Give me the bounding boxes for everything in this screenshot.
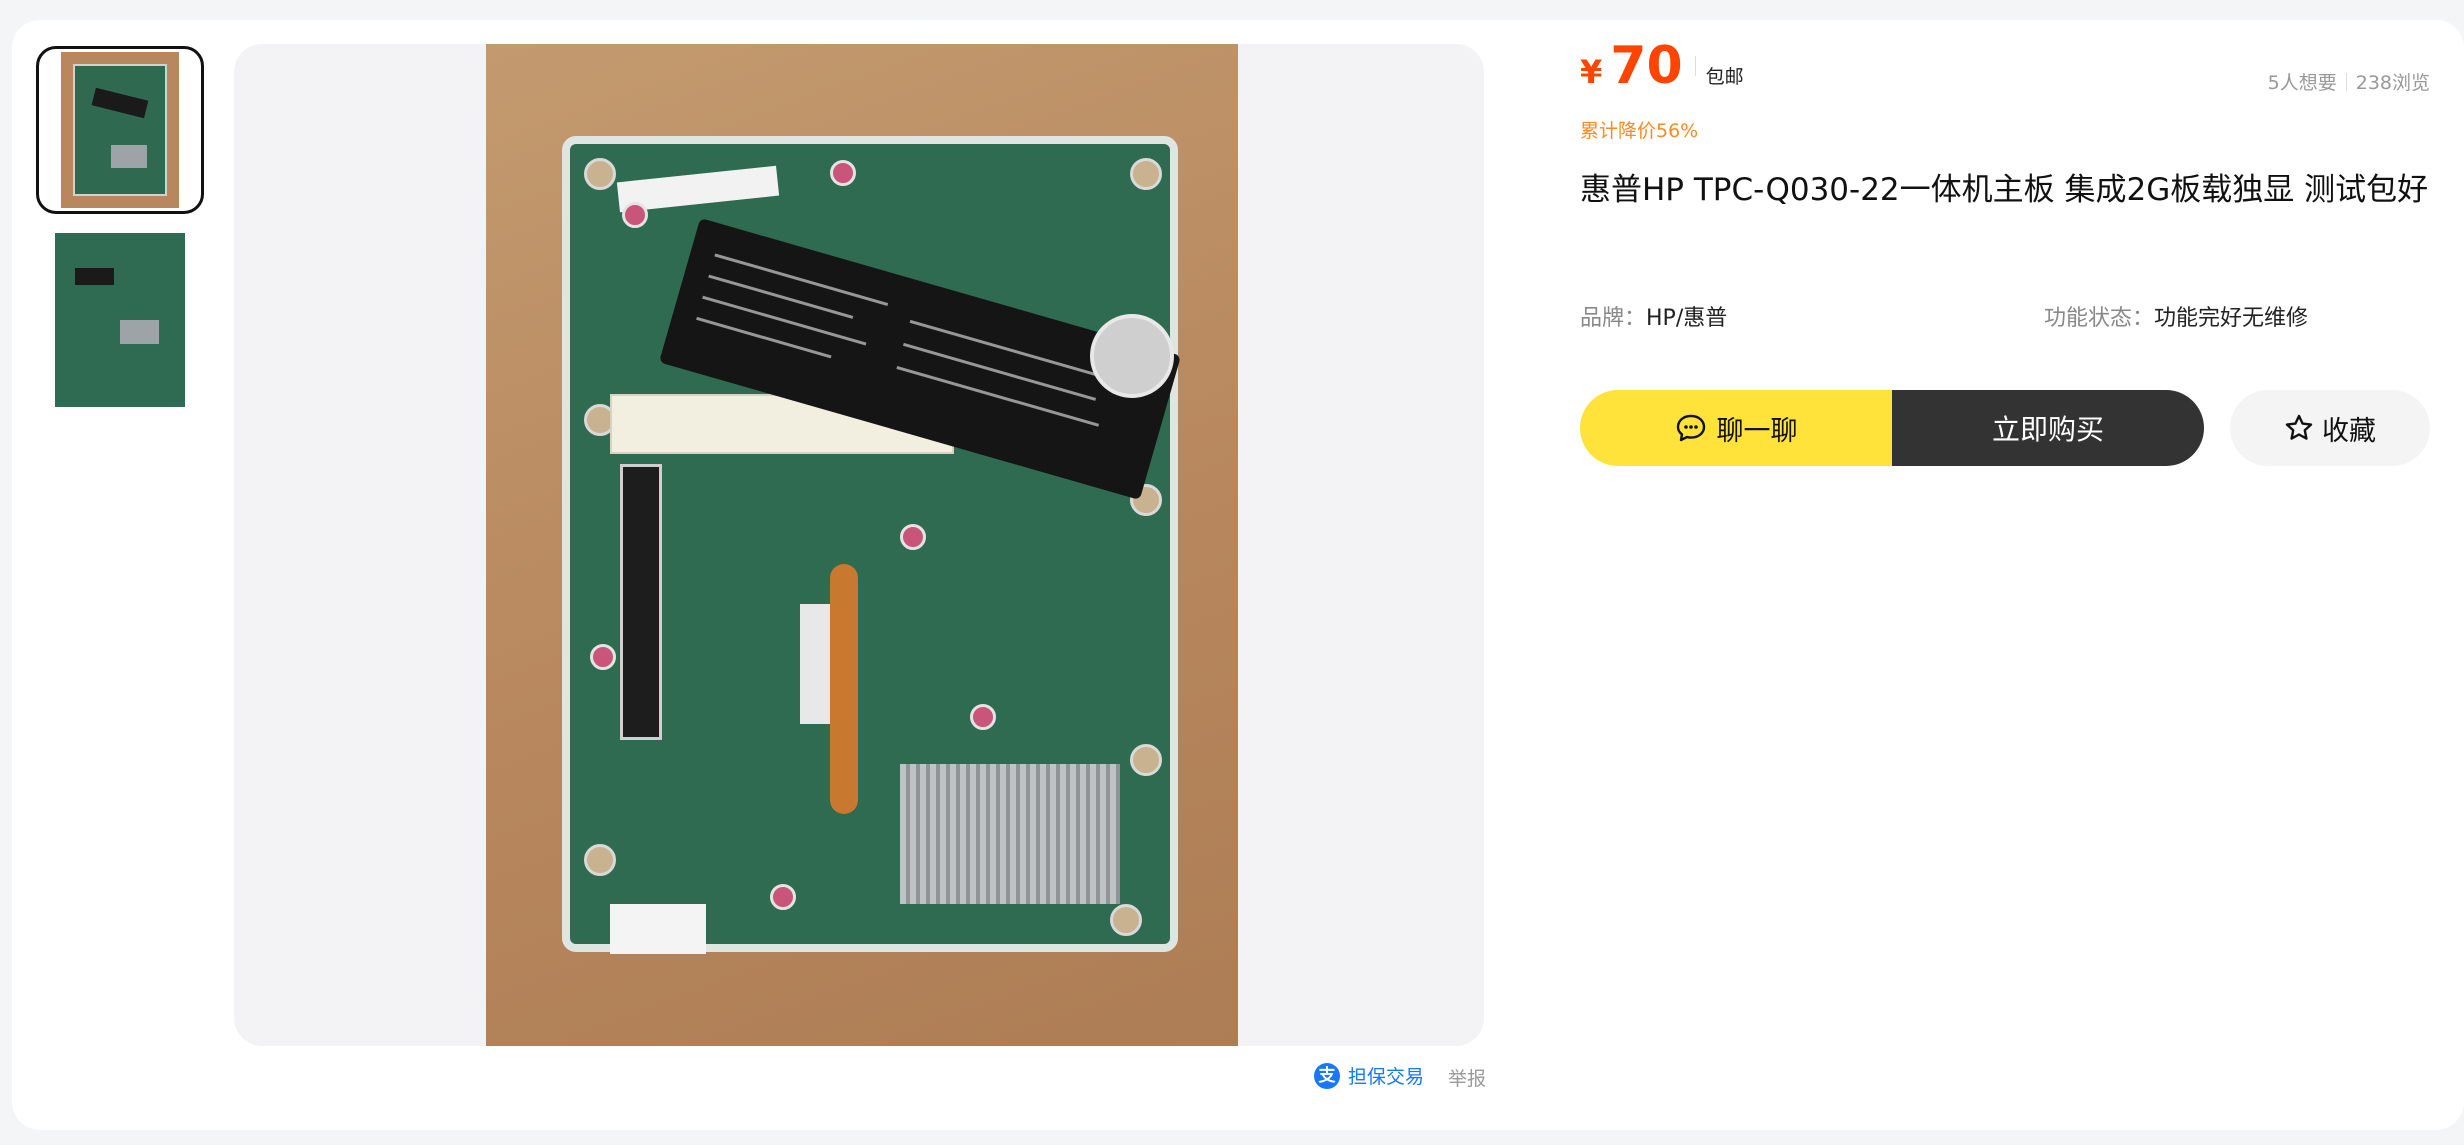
alipay-icon: 支: [1314, 1062, 1340, 1089]
price-divider: [1694, 56, 1696, 76]
stats-divider: [2345, 72, 2347, 91]
star-icon: [2285, 414, 2313, 440]
buy-now-button-label: 立即购买: [1991, 413, 2104, 446]
favorite-button-label: 收藏: [2322, 415, 2376, 447]
product-photo: [486, 44, 1238, 1046]
thumbnail-1[interactable]: [36, 46, 204, 214]
view-count: 238浏览: [2355, 72, 2430, 94]
main-image-viewer[interactable]: [234, 44, 1484, 1046]
chat-button-label: 聊一聊: [1716, 415, 1798, 447]
chat-bubble-icon: [1676, 414, 1705, 442]
buy-now-button[interactable]: 立即购买: [1892, 390, 2204, 466]
guarantee-link[interactable]: 支 担保交易: [1314, 1062, 1424, 1089]
attribute-key: 功能状态：: [2044, 306, 2155, 331]
chat-button[interactable]: 聊一聊: [1580, 390, 1892, 466]
attribute-key: 品牌：: [1580, 306, 1647, 331]
thumbnail-1-image: [61, 52, 179, 208]
attribute-brand: 品牌： HP/惠普: [1580, 300, 1727, 332]
price-row: ¥ 70 包邮: [1580, 40, 1744, 92]
guarantee-label: 担保交易: [1348, 1066, 1425, 1088]
thumbnail-2[interactable]: [36, 233, 204, 407]
attribute-condition: 功能状态： 功能完好无维修: [2044, 300, 2308, 332]
thumbnail-list: [36, 46, 210, 426]
want-count: 5人想要: [2267, 72, 2337, 94]
discount-label: 累计降价56%: [1580, 120, 1699, 142]
motherboard-graphic: [562, 136, 1181, 954]
currency-symbol: ¥: [1580, 53, 1603, 91]
attribute-value: HP/惠普: [1646, 306, 1728, 331]
thumbnail-2-image: [55, 233, 185, 407]
product-title: 惠普HP TPC-Q030-22一体机主板 集成2G板载独显 测试包好: [1580, 172, 2429, 208]
shipping-label: 包邮: [1705, 66, 1744, 88]
favorite-button[interactable]: 收藏: [2230, 390, 2430, 466]
attribute-value: 功能完好无维修: [2154, 306, 2309, 331]
report-link[interactable]: 举报: [1448, 1064, 1486, 1091]
price-value: 70: [1610, 36, 1683, 96]
product-stats: 5人想要 238浏览: [2268, 68, 2430, 95]
